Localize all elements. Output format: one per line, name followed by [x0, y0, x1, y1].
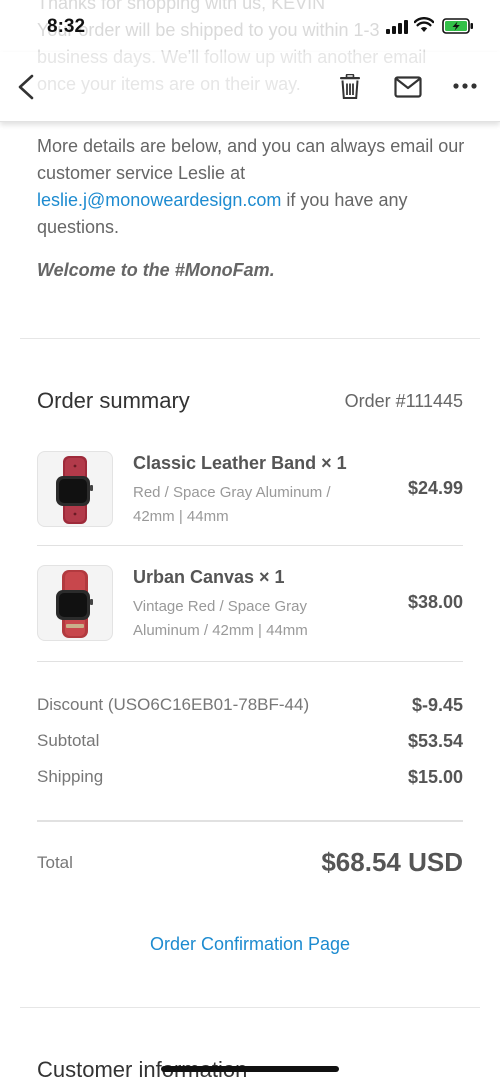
total-label: Total	[37, 853, 73, 872]
mail-icon[interactable]	[394, 76, 422, 98]
item-divider	[37, 545, 463, 546]
product-image-urban-canvas	[37, 565, 113, 641]
discount-value: $-9.45	[411, 695, 463, 715]
wifi-icon	[414, 17, 434, 32]
subtotal-value: $53.54	[407, 731, 463, 751]
item-divider	[37, 661, 463, 662]
welcome-message: Welcome to the #MonoFam.	[37, 260, 275, 280]
cellular-signal-icon	[386, 20, 408, 34]
order-number: Order #111445	[344, 391, 463, 411]
item-name: Classic Leather Band × 1	[133, 453, 347, 473]
trash-icon[interactable]	[337, 74, 363, 100]
email-toolbar	[0, 52, 500, 122]
subtotal-row: Subtotal $53.54	[37, 731, 463, 751]
item-name: Urban Canvas × 1	[133, 567, 285, 587]
discount-row: Discount (USO6C16EB01-78BF-44) $-9.45	[37, 695, 463, 715]
item-variant: Red / Space Gray Aluminum / 42mm | 44mm	[133, 484, 331, 525]
back-button[interactable]	[14, 73, 38, 101]
subtotal-label: Subtotal	[37, 731, 100, 750]
order-summary-title: Order summary	[37, 388, 190, 413]
item-price: $38.00	[407, 592, 463, 612]
section-divider	[20, 338, 480, 339]
intro-paragraph: More details are below, and you can alwa…	[37, 133, 467, 241]
home-indicator[interactable]	[161, 1066, 339, 1072]
order-item: Classic Leather Band × 1 Red / Space Gra…	[37, 451, 463, 566]
section-divider	[20, 1007, 480, 1008]
shipping-row: Shipping $15.00	[37, 767, 463, 787]
status-time: 8:32	[47, 16, 86, 37]
order-confirmation-link[interactable]: Order Confirmation Page	[0, 934, 500, 955]
status-bar: 8:32	[0, 0, 500, 52]
total-divider	[37, 820, 463, 822]
support-email-link[interactable]: leslie.j@monoweardesign.com	[37, 190, 281, 210]
shipping-label: Shipping	[37, 767, 104, 786]
item-price: $24.99	[407, 478, 463, 498]
total-amount: $68.54 USD	[321, 847, 463, 877]
shipping-value: $15.00	[407, 767, 463, 787]
order-item: Urban Canvas × 1 Vintage Red / Space Gra…	[37, 565, 463, 680]
discount-label: Discount (USO6C16EB01-78BF-44)	[37, 695, 310, 714]
battery-charging-icon	[442, 18, 473, 34]
more-horizontal-icon[interactable]	[453, 82, 477, 90]
intro-text: More details are below, and you can alwa…	[37, 136, 465, 183]
product-image-leather-band	[37, 451, 113, 527]
item-variant: Vintage Red / Space Gray Aluminum / 42mm…	[133, 598, 308, 639]
